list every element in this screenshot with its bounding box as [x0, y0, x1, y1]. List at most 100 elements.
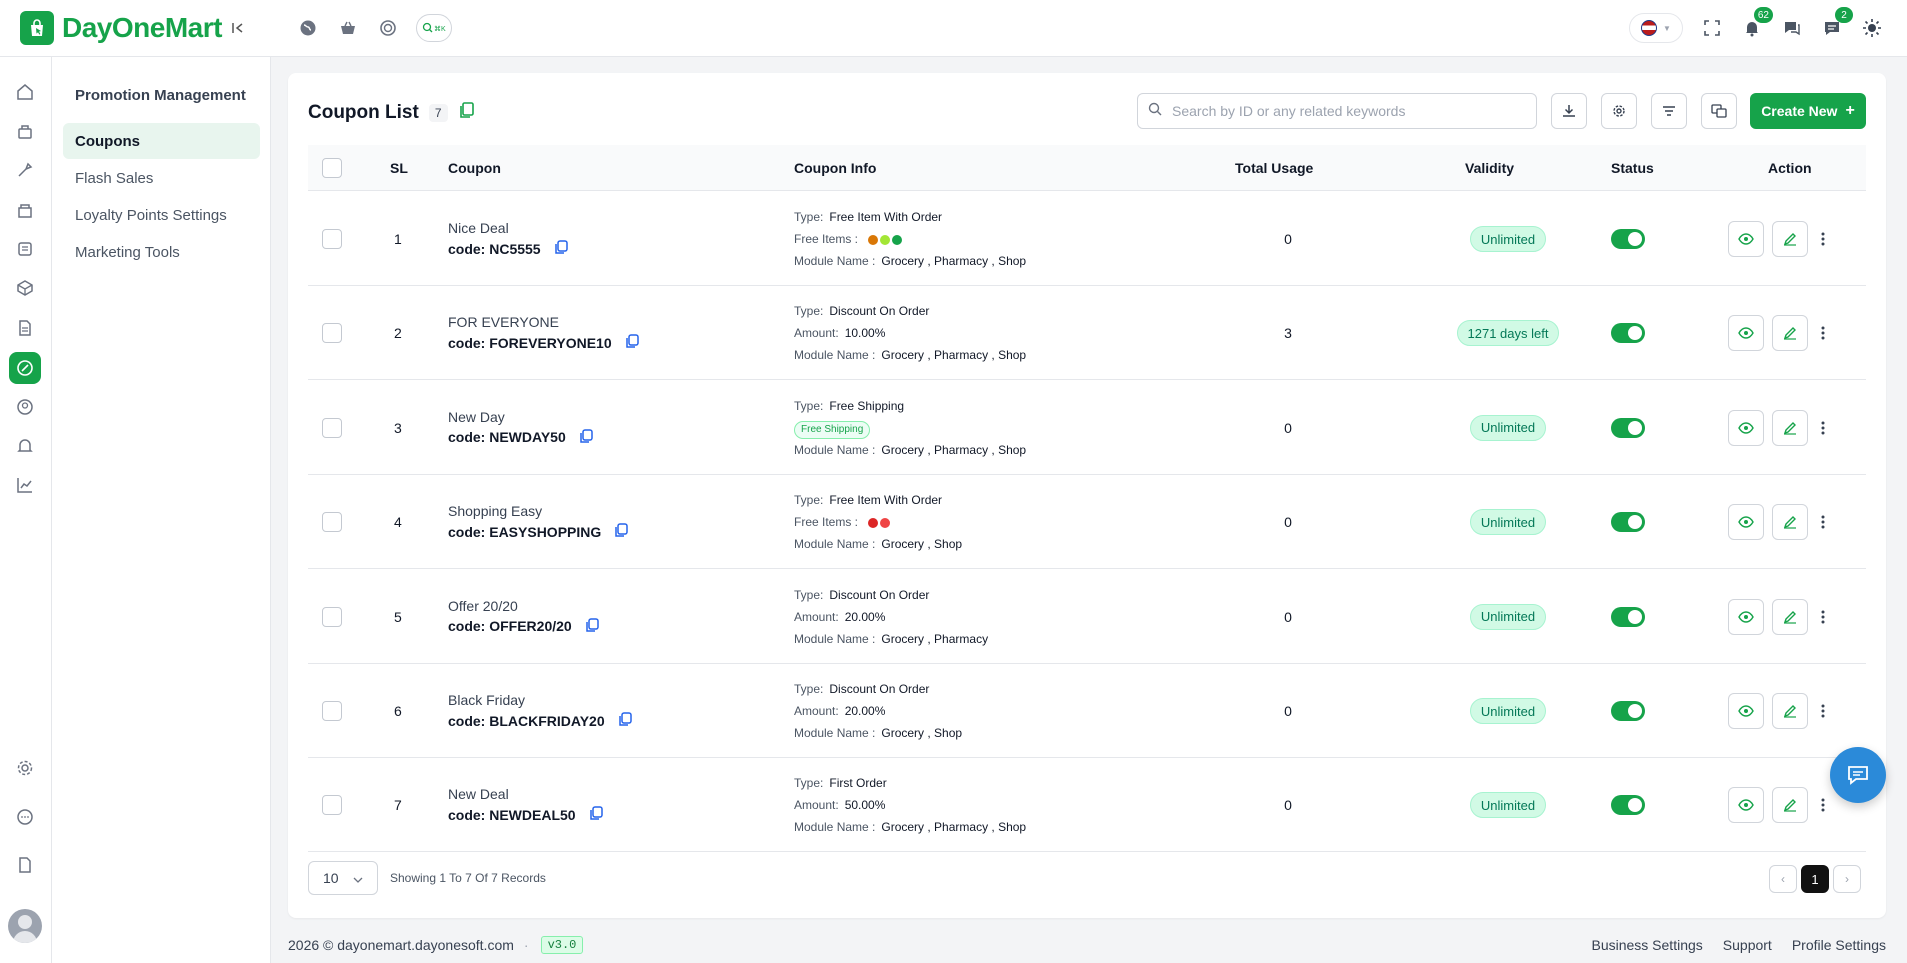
- coupon-code: code: FOREVERYONE10: [448, 334, 612, 351]
- view-button[interactable]: [1728, 787, 1764, 824]
- edit-button[interactable]: [1772, 787, 1808, 824]
- coupon-code-line: code: OFFER20/20: [448, 617, 600, 636]
- edit-button[interactable]: [1772, 221, 1808, 257]
- invoice-icon[interactable]: [12, 236, 38, 262]
- copy-code-icon[interactable]: [584, 617, 600, 636]
- more-options-icon[interactable]: [1818, 512, 1828, 532]
- status-toggle[interactable]: [1611, 570, 1645, 664]
- view-button[interactable]: [1728, 315, 1764, 352]
- edit-button[interactable]: [1772, 693, 1808, 729]
- status-toggle[interactable]: [1611, 758, 1645, 852]
- language-selector[interactable]: ▼: [1629, 13, 1683, 43]
- view-button[interactable]: [1728, 504, 1764, 541]
- edit-button[interactable]: [1772, 598, 1808, 635]
- store-icon[interactable]: [12, 197, 38, 223]
- row-checkbox[interactable]: [322, 286, 342, 380]
- promotion-icon[interactable]: [9, 352, 41, 384]
- theme-sun-icon[interactable]: [1861, 17, 1883, 39]
- edit-button[interactable]: [1772, 409, 1808, 446]
- settings-gear-icon[interactable]: [12, 755, 38, 781]
- chat-icon[interactable]: 2: [1821, 7, 1853, 39]
- brand[interactable]: DayOneMart: [20, 11, 260, 45]
- row-checkbox[interactable]: [322, 570, 342, 664]
- user-circle-icon[interactable]: [12, 394, 38, 420]
- home-icon[interactable]: [12, 79, 38, 105]
- more-options-icon[interactable]: [1818, 418, 1828, 438]
- more-options-icon[interactable]: [1818, 323, 1828, 343]
- package-icon[interactable]: [12, 275, 38, 301]
- settings-button[interactable]: [1601, 93, 1637, 129]
- page-1-button[interactable]: 1: [1801, 865, 1829, 893]
- amount-label: Amount:: [794, 609, 839, 624]
- type-label: Type:: [794, 304, 824, 319]
- document-icon[interactable]: [12, 315, 38, 341]
- fullscreen-icon[interactable]: [1701, 17, 1723, 39]
- type-value: Free Item With Order: [829, 493, 943, 508]
- search-box[interactable]: [1137, 93, 1537, 129]
- support-chat-icon[interactable]: [12, 804, 38, 830]
- chevron-down-icon: [353, 870, 363, 886]
- more-options-icon[interactable]: [1818, 701, 1828, 721]
- avatar[interactable]: [8, 909, 42, 943]
- tools-icon[interactable]: [12, 157, 38, 183]
- globe-icon[interactable]: [296, 16, 320, 40]
- view-button[interactable]: [1728, 409, 1764, 446]
- footer-link-profile-settings[interactable]: Profile Settings: [1792, 937, 1886, 953]
- chat-fab-button[interactable]: [1830, 747, 1886, 803]
- more-options-icon[interactable]: [1818, 607, 1828, 627]
- copy-code-icon[interactable]: [624, 333, 640, 352]
- view-button[interactable]: [1728, 693, 1764, 729]
- row-checkbox[interactable]: [322, 664, 342, 758]
- footer-link-support[interactable]: Support: [1723, 937, 1772, 953]
- next-page-button[interactable]: ›: [1833, 865, 1861, 893]
- shopping-basket-icon[interactable]: [336, 16, 360, 40]
- copy-code-icon[interactable]: [578, 428, 594, 447]
- table-row: 5 Offer 20/20 code: OFFER20/20 Type: Disc…: [308, 570, 1866, 664]
- footer-link-business-settings[interactable]: Business Settings: [1591, 937, 1702, 953]
- status-toggle[interactable]: [1611, 192, 1645, 286]
- download-button[interactable]: [1551, 93, 1587, 129]
- more-options-icon[interactable]: [1818, 229, 1828, 249]
- notification-bell-icon[interactable]: 62: [1741, 7, 1773, 39]
- orders-icon[interactable]: [12, 118, 38, 144]
- search-input[interactable]: [1172, 103, 1512, 119]
- row-checkbox[interactable]: [322, 758, 342, 852]
- filter-button[interactable]: [1651, 93, 1687, 129]
- page-size-select[interactable]: 10: [308, 861, 378, 895]
- messages-icon[interactable]: [1781, 17, 1803, 39]
- row-checkbox[interactable]: [322, 381, 342, 475]
- notification-rail-icon[interactable]: [12, 433, 38, 459]
- row-checkbox[interactable]: [322, 192, 342, 286]
- translate-button[interactable]: [1701, 93, 1737, 129]
- free-shipping-tag: Free Shipping: [794, 420, 871, 439]
- search-shortcut-icon[interactable]: ⌘K: [416, 14, 452, 42]
- copy-code-icon[interactable]: [588, 805, 604, 824]
- subnav-item-loyalty-points[interactable]: Loyalty Points Settings: [63, 197, 260, 233]
- edit-button[interactable]: [1772, 504, 1808, 541]
- status-toggle[interactable]: [1611, 286, 1645, 380]
- coupon-cell: New Deal code: NEWDEAL50: [448, 758, 604, 852]
- status-toggle[interactable]: [1611, 664, 1645, 758]
- subnav-item-flash-sales[interactable]: Flash Sales: [63, 160, 260, 196]
- more-options-icon[interactable]: [1818, 795, 1828, 815]
- prev-page-button[interactable]: ‹: [1769, 865, 1797, 893]
- copy-code-icon[interactable]: [613, 522, 629, 541]
- view-button[interactable]: [1728, 598, 1764, 635]
- row-checkbox[interactable]: [322, 475, 342, 569]
- select-all-checkbox[interactable]: [322, 145, 342, 191]
- analytics-icon[interactable]: [12, 472, 38, 498]
- copy-code-icon[interactable]: [553, 239, 569, 258]
- validity-cell: Unlimited: [1428, 192, 1588, 286]
- subnav-item-marketing-tools[interactable]: Marketing Tools: [63, 234, 260, 270]
- view-button[interactable]: [1728, 221, 1764, 257]
- status-toggle[interactable]: [1611, 381, 1645, 475]
- pencil-icon: [1783, 233, 1796, 246]
- collapse-sidebar-icon[interactable]: [226, 16, 250, 40]
- subnav-item-coupons[interactable]: Coupons: [63, 123, 260, 159]
- status-toggle[interactable]: [1611, 475, 1645, 569]
- file-icon[interactable]: [12, 852, 38, 878]
- edit-button[interactable]: [1772, 315, 1808, 352]
- restaurant-icon[interactable]: [376, 16, 400, 40]
- create-new-button[interactable]: Create New +: [1750, 93, 1866, 129]
- copy-code-icon[interactable]: [617, 711, 633, 730]
